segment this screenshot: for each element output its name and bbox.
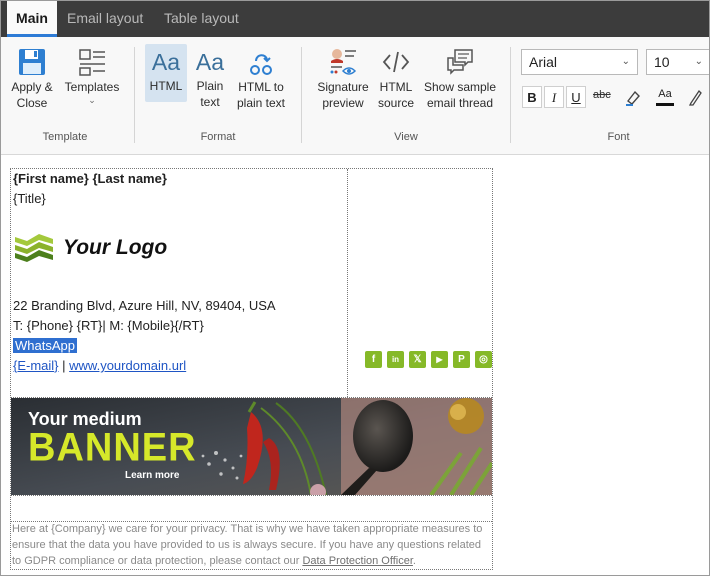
ribbon: Apply & Close Templates ⌄ Template Aa HT…: [1, 37, 709, 155]
show-sample-thread-label: Show sample email thread: [423, 80, 497, 110]
privacy-end: .: [412, 555, 416, 567]
ribbon-separator: [301, 47, 302, 143]
font-color-icon[interactable]: Aa: [656, 87, 674, 106]
group-view-label: View: [394, 131, 418, 143]
privacy-officer-link[interactable]: Data Protection Officer: [302, 555, 412, 567]
templates-button[interactable]: Templates ⌄: [61, 47, 123, 119]
html-format-label: HTML: [149, 79, 183, 93]
plain-text-label: Plain text: [196, 79, 224, 109]
pen-icon[interactable]: [689, 88, 703, 106]
code-icon: [382, 51, 410, 73]
plain-text-button[interactable]: Aa Plain text: [190, 44, 230, 116]
signature-preview-button[interactable]: Signature preview: [313, 47, 373, 119]
apply-close-button[interactable]: Apply & Close: [7, 47, 57, 119]
ribbon-separator: [134, 47, 135, 143]
strikethrough-button[interactable]: abc: [593, 89, 611, 101]
show-sample-thread-button[interactable]: Show sample email thread: [420, 47, 500, 119]
logo-text: Your Logo: [63, 236, 168, 259]
tab-bar: Main Email layout Table layout: [1, 1, 709, 37]
tab-table-layout[interactable]: Table layout: [164, 1, 239, 37]
row-divider: [11, 495, 492, 496]
marketing-banner[interactable]: Your medium BANNER Learn more: [11, 398, 492, 495]
font-family-select[interactable]: Arial ⌄: [521, 49, 638, 75]
column-divider: [347, 169, 348, 397]
signature-phone[interactable]: T: {Phone} {RT}| M: {Mobile}{/RT}: [13, 318, 204, 333]
pinterest-icon[interactable]: P: [453, 351, 470, 368]
plain-text-icon: Aa: [195, 49, 225, 75]
chevron-down-icon: ⌄: [88, 95, 96, 105]
html-to-plain-button[interactable]: HTML to plain text: [233, 47, 289, 119]
templates-icon: [79, 49, 105, 76]
youtube-icon[interactable]: ▶: [431, 351, 448, 368]
logo-mark-icon: [15, 234, 53, 262]
font-size-select[interactable]: 10 ⌄: [646, 49, 709, 75]
group-template-label: Template: [42, 131, 88, 143]
tab-main[interactable]: Main: [7, 1, 57, 37]
banner-cta[interactable]: Learn more: [125, 470, 179, 481]
html-format-button[interactable]: Aa HTML: [145, 44, 187, 102]
signature-address[interactable]: 22 Branding Blvd, Azure Hill, NV, 89404,…: [13, 298, 276, 313]
signature-title[interactable]: {Title}: [13, 191, 46, 206]
x-icon[interactable]: 𝕏: [409, 351, 426, 368]
website-link[interactable]: www.yourdomain.url: [69, 358, 186, 373]
chevron-down-icon: ⌄: [694, 56, 703, 67]
italic-button[interactable]: I: [544, 86, 564, 108]
apply-close-label: Apply & Close: [11, 80, 53, 110]
signature-name[interactable]: {First name} {Last name}: [13, 171, 167, 186]
signature-canvas: {First name} {Last name} {Title} Your Lo…: [1, 156, 709, 575]
signature-preview-label: Signature preview: [317, 80, 369, 110]
font-size-value: 10: [654, 54, 670, 70]
email-link[interactable]: {E-mail}: [13, 358, 59, 373]
group-format-label: Format: [200, 131, 236, 143]
bold-button[interactable]: B: [522, 86, 542, 108]
underline-button[interactable]: U: [566, 86, 586, 108]
whatsapp-link[interactable]: WhatsApp: [13, 338, 77, 353]
convert-icon: [250, 54, 272, 75]
company-logo: Your Logo: [13, 231, 173, 267]
privacy-disclaimer[interactable]: Here at {Company} we care for your priva…: [11, 521, 492, 569]
signature-table[interactable]: {First name} {Last name} {Title} Your Lo…: [10, 168, 493, 570]
linkedin-icon[interactable]: in: [387, 351, 404, 368]
signature-editor-window: Main Email layout Table layout Apply & C…: [0, 0, 710, 576]
html-source-label: HTML source: [377, 80, 415, 110]
font-family-value: Arial: [529, 54, 558, 70]
html-to-plain-label: HTML to plain text: [236, 80, 286, 110]
chevron-down-icon: ⌄: [621, 56, 630, 67]
html-source-button[interactable]: HTML source: [375, 47, 417, 119]
ribbon-separator: [510, 47, 511, 143]
group-font-label: Font: [607, 131, 630, 143]
tab-email-layout[interactable]: Email layout: [67, 1, 143, 37]
instagram-icon[interactable]: ◎: [475, 351, 492, 368]
signature-preview-icon: [330, 49, 357, 75]
whatsapp-text[interactable]: WhatsApp: [13, 338, 77, 353]
contact-line: {E-mail} | www.yourdomain.url: [13, 358, 186, 373]
banner-title: BANNER: [28, 425, 197, 471]
html-format-icon: Aa: [151, 49, 181, 75]
templates-label: Templates: [64, 80, 120, 94]
chat-bubbles-icon: [447, 49, 473, 75]
save-icon: [19, 49, 45, 75]
contact-separator: |: [58, 358, 70, 373]
highlight-icon[interactable]: [625, 87, 643, 107]
facebook-icon[interactable]: f: [365, 351, 382, 368]
